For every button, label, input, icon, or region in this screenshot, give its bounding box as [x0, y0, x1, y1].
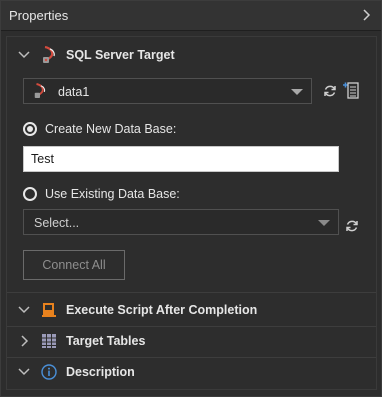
datasource-value: data1	[58, 85, 90, 99]
radio-unselected-icon[interactable]	[23, 187, 37, 201]
properties-content: SQL Server Target data1 Create New Data …	[6, 36, 377, 390]
sql-server-icon	[31, 82, 49, 100]
section-sql-server-target[interactable]: SQL Server Target	[7, 41, 376, 69]
section-label: SQL Server Target	[66, 48, 175, 62]
panel-header: Properties	[1, 1, 381, 31]
add-datasource-icon[interactable]	[341, 80, 361, 100]
new-database-name-input[interactable]	[23, 146, 339, 172]
radio-selected-icon[interactable]	[23, 122, 37, 136]
divider	[7, 292, 376, 293]
refresh-icon[interactable]	[321, 82, 339, 100]
use-existing-label: Use Existing Data Base:	[45, 187, 180, 201]
properties-panel: Properties SQL Server Target data1 Creat…	[0, 0, 382, 397]
chevron-down-icon[interactable]	[17, 48, 31, 62]
caret-down-icon	[291, 89, 303, 95]
chevron-down-icon[interactable]	[17, 303, 31, 317]
existing-database-select[interactable]: Select...	[23, 209, 339, 235]
use-existing-database-radio[interactable]: Use Existing Data Base:	[23, 185, 180, 203]
section-description[interactable]: Description	[7, 358, 376, 386]
create-new-label: Create New Data Base:	[45, 122, 177, 136]
section-label: Description	[66, 365, 135, 379]
panel-title: Properties	[9, 8, 69, 23]
refresh-icon[interactable]	[343, 217, 361, 235]
existing-database-placeholder: Select...	[34, 216, 80, 230]
section-target-tables[interactable]: Target Tables	[7, 327, 376, 355]
chevron-right-icon[interactable]	[17, 334, 31, 348]
caret-down-icon	[318, 220, 330, 226]
table-icon	[40, 332, 58, 350]
chevron-right-icon[interactable]	[359, 5, 375, 25]
section-execute-script[interactable]: Execute Script After Completion	[7, 296, 376, 324]
chevron-down-icon[interactable]	[17, 365, 31, 379]
script-icon	[40, 301, 58, 319]
datasource-select[interactable]: data1	[23, 78, 312, 104]
sql-server-icon	[40, 46, 58, 64]
section-label: Target Tables	[66, 334, 146, 348]
info-icon	[40, 363, 58, 381]
section-label: Execute Script After Completion	[66, 303, 258, 317]
connect-all-button[interactable]: Connect All	[23, 250, 125, 280]
create-new-database-radio[interactable]: Create New Data Base:	[23, 120, 176, 138]
